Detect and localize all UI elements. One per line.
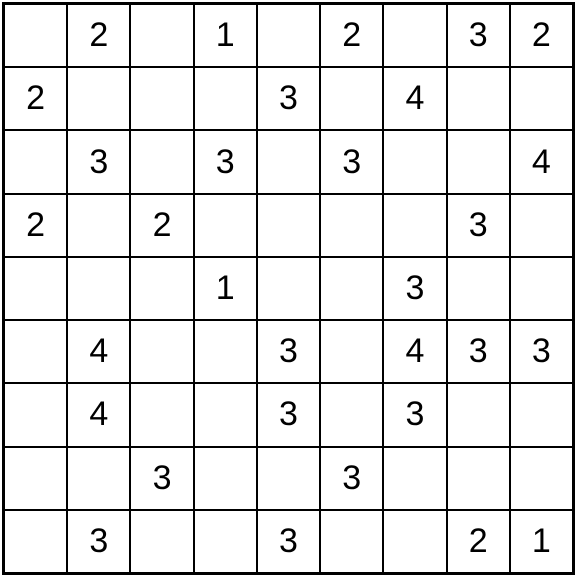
grid-cell[interactable] (257, 194, 320, 257)
grid-cell[interactable] (510, 257, 573, 320)
grid-cell[interactable]: 1 (510, 510, 573, 573)
grid-cell[interactable]: 3 (194, 130, 257, 193)
grid-cell[interactable] (510, 447, 573, 510)
grid-cell[interactable]: 1 (194, 4, 257, 67)
grid-cell[interactable] (194, 447, 257, 510)
grid-cell[interactable]: 3 (447, 194, 510, 257)
grid-cell[interactable] (67, 67, 130, 130)
grid-cell[interactable] (4, 320, 67, 383)
grid-cell[interactable]: 4 (510, 130, 573, 193)
grid-cell[interactable]: 4 (383, 320, 446, 383)
grid-cell[interactable] (130, 320, 193, 383)
grid-cell[interactable] (383, 130, 446, 193)
grid-cell[interactable] (447, 257, 510, 320)
grid-cell[interactable]: 3 (67, 510, 130, 573)
grid-cell[interactable] (447, 130, 510, 193)
grid-cell[interactable] (4, 130, 67, 193)
grid-cell[interactable]: 2 (320, 4, 383, 67)
grid-cell[interactable] (194, 320, 257, 383)
grid-cell[interactable] (447, 383, 510, 446)
grid-cell[interactable] (4, 4, 67, 67)
grid-cell[interactable] (320, 510, 383, 573)
grid-cell[interactable]: 4 (67, 383, 130, 446)
grid-cell[interactable] (447, 447, 510, 510)
grid-cell[interactable]: 2 (4, 67, 67, 130)
grid-cell[interactable] (130, 383, 193, 446)
grid-cell[interactable]: 3 (320, 130, 383, 193)
grid-cell[interactable]: 3 (257, 320, 320, 383)
grid-cell[interactable]: 3 (383, 257, 446, 320)
grid-cell[interactable] (257, 4, 320, 67)
grid-cell[interactable] (67, 194, 130, 257)
grid-cell[interactable]: 3 (320, 447, 383, 510)
grid-cell[interactable] (4, 510, 67, 573)
grid-cell[interactable] (257, 130, 320, 193)
grid-cell[interactable] (67, 447, 130, 510)
grid-cell[interactable]: 2 (510, 4, 573, 67)
grid-cell[interactable] (194, 510, 257, 573)
grid-cell[interactable] (194, 383, 257, 446)
puzzle-grid: 2 1 2 3 2 2 3 4 3 3 3 4 2 2 3 1 3 4 3 4 … (2, 2, 575, 575)
grid-cell[interactable] (130, 4, 193, 67)
grid-cell[interactable]: 2 (67, 4, 130, 67)
grid-cell[interactable]: 3 (67, 130, 130, 193)
grid-cell[interactable]: 4 (383, 67, 446, 130)
grid-cell[interactable] (510, 194, 573, 257)
grid-cell[interactable] (320, 67, 383, 130)
grid-cell[interactable] (383, 447, 446, 510)
grid-cell[interactable]: 3 (447, 4, 510, 67)
grid-cell[interactable] (67, 257, 130, 320)
grid-cell[interactable] (257, 257, 320, 320)
grid-cell[interactable]: 3 (130, 447, 193, 510)
grid-cell[interactable]: 3 (383, 383, 446, 446)
grid-cell[interactable] (383, 4, 446, 67)
grid-cell[interactable] (447, 67, 510, 130)
grid-cell[interactable]: 4 (67, 320, 130, 383)
grid-cell[interactable] (257, 447, 320, 510)
grid-cell[interactable]: 2 (447, 510, 510, 573)
grid-cell[interactable] (510, 67, 573, 130)
grid-cell[interactable] (383, 194, 446, 257)
grid-cell[interactable] (130, 257, 193, 320)
grid-cell[interactable] (510, 383, 573, 446)
grid-cell[interactable] (130, 67, 193, 130)
grid-cell[interactable]: 2 (130, 194, 193, 257)
grid-cell[interactable] (130, 510, 193, 573)
grid-cell[interactable]: 3 (257, 67, 320, 130)
grid-cell[interactable] (320, 383, 383, 446)
grid-cell[interactable] (320, 320, 383, 383)
grid-cell[interactable] (4, 383, 67, 446)
grid-cell[interactable]: 3 (510, 320, 573, 383)
grid-cell[interactable] (383, 510, 446, 573)
grid-cell[interactable]: 2 (4, 194, 67, 257)
grid-cell[interactable]: 3 (447, 320, 510, 383)
grid-cell[interactable] (194, 194, 257, 257)
grid-cell[interactable] (320, 257, 383, 320)
grid-cell[interactable]: 1 (194, 257, 257, 320)
grid-cell[interactable] (4, 257, 67, 320)
grid-cell[interactable] (130, 130, 193, 193)
grid-cell[interactable] (320, 194, 383, 257)
grid-cell[interactable] (4, 447, 67, 510)
grid-cell[interactable]: 3 (257, 383, 320, 446)
grid-cell[interactable] (194, 67, 257, 130)
grid-cell[interactable]: 3 (257, 510, 320, 573)
